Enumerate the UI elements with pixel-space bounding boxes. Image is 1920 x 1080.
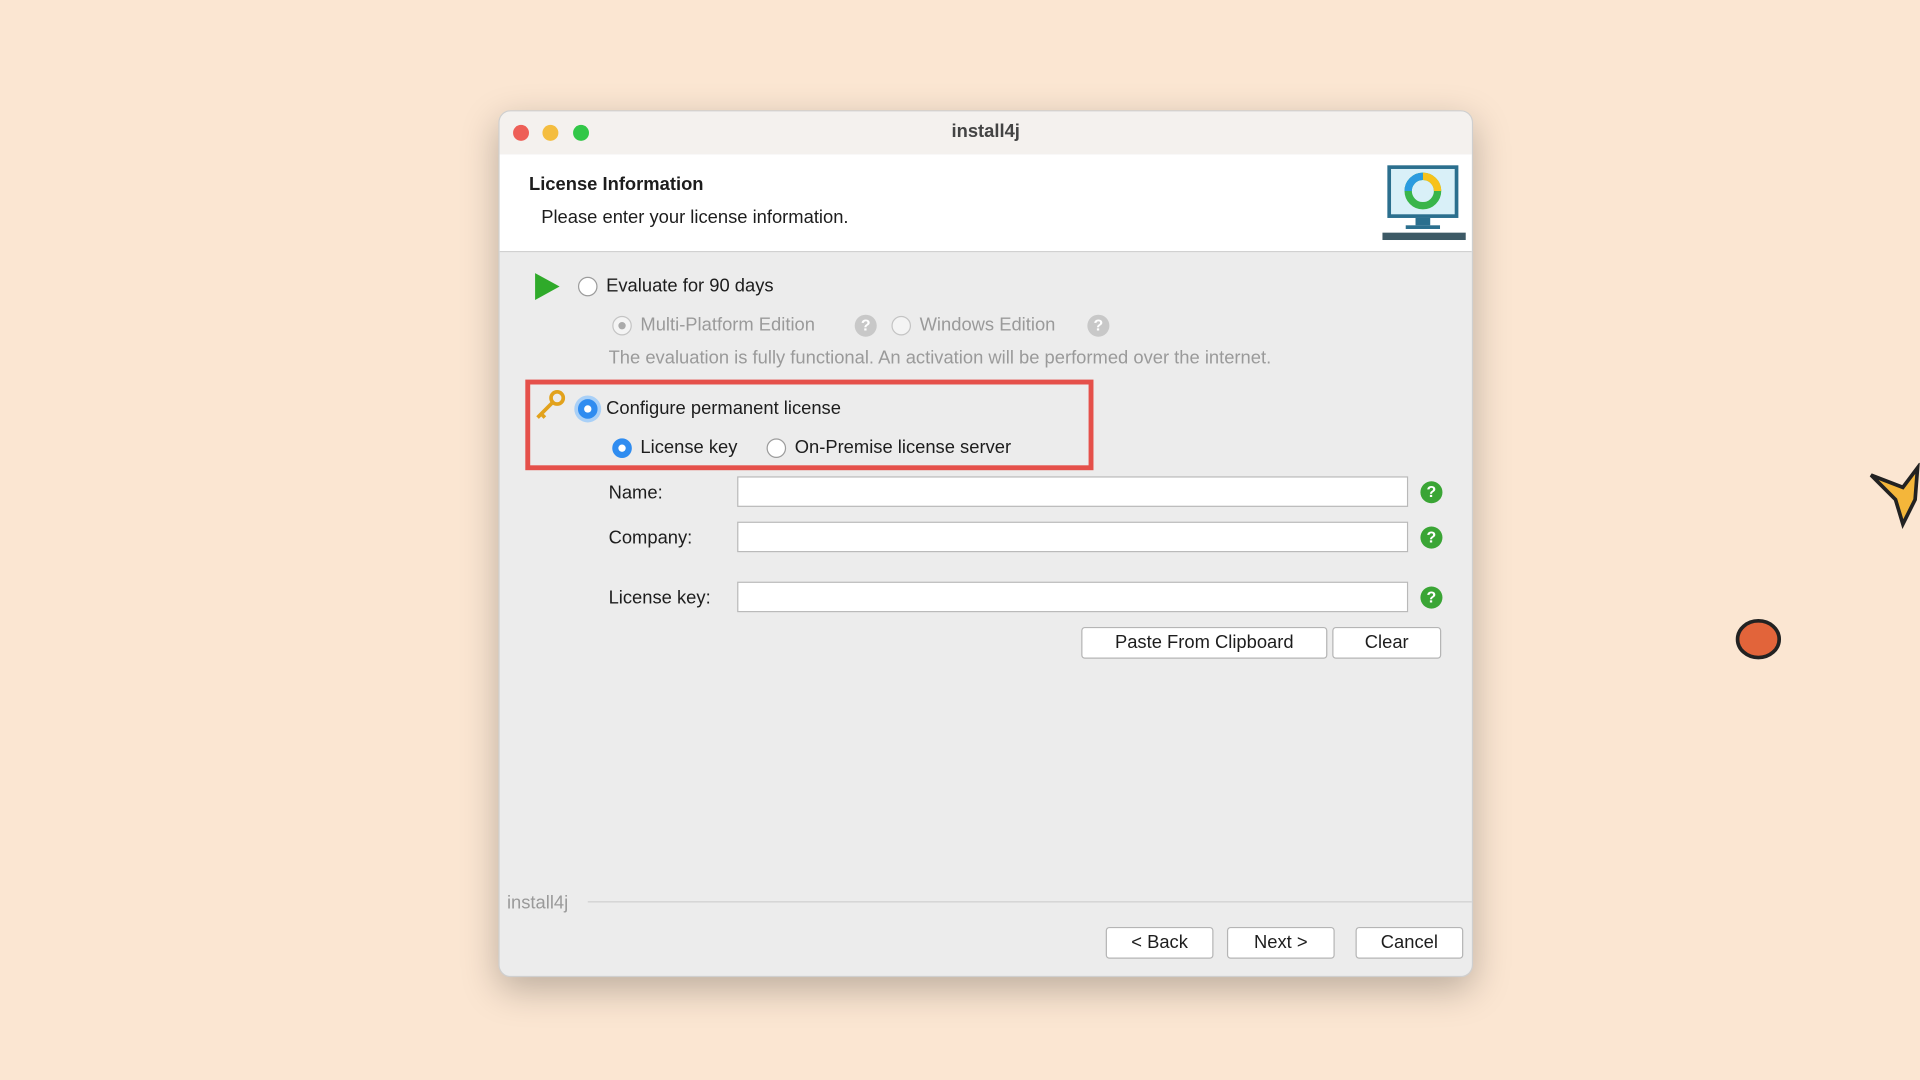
page-subtitle: Please enter your license information. (541, 206, 849, 228)
multi-platform-radio[interactable] (612, 315, 632, 336)
paste-from-clipboard-button[interactable]: Paste From Clipboard (1081, 626, 1328, 659)
page-title: License Information (528, 173, 704, 195)
evaluation-description: The evaluation is fully functional. An a… (608, 347, 1272, 369)
license-key-label: License key: (608, 587, 711, 609)
on-premise-radio[interactable] (766, 438, 787, 458)
permanent-license-radio[interactable] (577, 399, 598, 419)
on-premise-label: On-Premise license server (794, 437, 1012, 458)
name-input[interactable] (737, 476, 1409, 507)
back-button[interactable]: < Back (1105, 926, 1214, 959)
help-icon[interactable]: ? (1420, 586, 1443, 609)
license-key-input[interactable] (737, 581, 1409, 613)
help-icon[interactable]: ? (1420, 481, 1443, 504)
monitor-logo-icon (1382, 165, 1466, 241)
header-panel: License Information Please enter your li… (499, 154, 1472, 253)
multi-platform-label: Multi-Platform Edition (640, 314, 815, 336)
help-icon[interactable]: ? (854, 314, 877, 337)
help-icon[interactable]: ? (1087, 314, 1110, 337)
leaf-sticker-icon (1735, 618, 1782, 660)
evaluate-radio[interactable] (577, 276, 598, 297)
cancel-button[interactable]: Cancel (1355, 926, 1464, 959)
desktop: install4j License Information Please ent… (0, 0, 1920, 1080)
company-label: Company: (608, 527, 693, 549)
help-icon[interactable]: ? (1420, 526, 1443, 549)
license-key-radio[interactable] (612, 438, 632, 458)
key-icon (536, 390, 566, 419)
installer-window: install4j License Information Please ent… (498, 110, 1474, 978)
title-bar: install4j (499, 111, 1472, 156)
permanent-license-label: Configure permanent license (606, 397, 841, 419)
name-label: Name: (608, 482, 663, 504)
license-key-option-label: License key (640, 437, 738, 458)
window-title: install4j (951, 121, 1020, 143)
footer-brand: install4j (506, 892, 569, 914)
windows-edition-radio[interactable] (891, 315, 912, 336)
next-button[interactable]: Next > (1226, 926, 1335, 959)
footer-divider (587, 901, 1472, 903)
evaluate-label: Evaluate for 90 days (606, 275, 774, 297)
star-sticker-icon (1869, 462, 1920, 529)
clear-button[interactable]: Clear (1332, 626, 1442, 659)
company-input[interactable] (737, 521, 1409, 553)
play-icon (535, 273, 560, 301)
windows-edition-label: Windows Edition (919, 314, 1056, 336)
